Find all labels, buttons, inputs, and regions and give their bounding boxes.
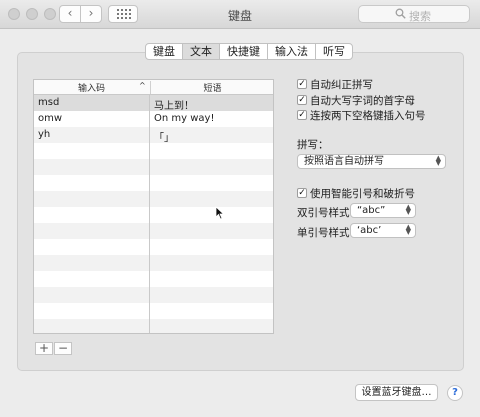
table-row[interactable]: [34, 271, 273, 287]
single-quotes-value: ‘abc’: [357, 225, 382, 236]
table-row[interactable]: [34, 159, 273, 175]
title-bar: ‹ › 键盘 搜索: [0, 0, 480, 29]
checkmark-icon: ✓: [298, 110, 306, 120]
table-row[interactable]: [34, 143, 273, 159]
help-button[interactable]: ?: [447, 385, 463, 401]
tab-text[interactable]: 文本: [183, 44, 220, 59]
smart-quotes-checkbox[interactable]: ✓: [297, 188, 307, 198]
search-field[interactable]: 搜索: [358, 5, 470, 23]
cell-with[interactable]: 「」: [154, 129, 174, 144]
keyboard-preferences-window: ‹ › 键盘 搜索 键盘 文本 快捷键 输入法 听写 输入码 ^ 短语 msd …: [0, 0, 480, 417]
cell-with[interactable]: 马上到！: [154, 97, 194, 112]
column-header-with[interactable]: 短语: [150, 81, 273, 94]
search-placeholder: 搜索: [409, 10, 431, 23]
column-header-replace[interactable]: 输入码: [34, 81, 149, 94]
single-quotes-label: 单引号样式: [297, 227, 350, 239]
table-row[interactable]: [34, 287, 273, 303]
tab-shortcuts[interactable]: 快捷键: [220, 44, 268, 59]
period-shortcut-label: 连按两下空格键插入句号: [310, 110, 426, 122]
cell-replace[interactable]: yh: [38, 129, 50, 140]
single-quotes-popup[interactable]: ‘abc’ ▲ ▼: [350, 223, 416, 238]
checkmark-icon: ✓: [298, 188, 306, 198]
double-quotes-label: 双引号样式: [297, 207, 350, 219]
table-row[interactable]: yh 「」: [34, 127, 273, 144]
text-replacement-table[interactable]: 输入码 ^ 短语 msd 马上到！ omw On my way! yh 「」: [33, 79, 274, 334]
table-row[interactable]: omw On my way!: [34, 111, 273, 127]
autocorrect-label: 自动纠正拼写: [310, 79, 373, 91]
tab-dictation[interactable]: 听写: [316, 44, 352, 59]
cell-with[interactable]: On my way!: [154, 113, 214, 124]
tab-keyboard[interactable]: 键盘: [146, 44, 183, 59]
spelling-popup[interactable]: 按照语言自动拼写 ▲ ▼: [297, 154, 446, 169]
tab-input-sources[interactable]: 输入法: [268, 44, 316, 59]
capitalize-label: 自动大写字词的首字母: [310, 95, 415, 107]
cell-replace[interactable]: omw: [38, 113, 62, 124]
capitalize-checkbox[interactable]: ✓: [297, 95, 307, 105]
mouse-pointer-icon: [215, 206, 225, 220]
table-row[interactable]: [34, 191, 273, 207]
table-row[interactable]: [34, 175, 273, 191]
column-divider: [149, 94, 150, 333]
tab-bar: 键盘 文本 快捷键 输入法 听写: [145, 43, 353, 60]
double-quotes-value: “abc”: [357, 205, 386, 216]
table-row[interactable]: [34, 207, 273, 223]
spelling-label: 拼写：: [297, 139, 329, 151]
double-quotes-popup[interactable]: “abc” ▲ ▼: [350, 203, 416, 218]
updown-chevron-icon: ▲ ▼: [405, 223, 411, 236]
setup-bluetooth-keyboard-button[interactable]: 设置蓝牙键盘…: [355, 384, 438, 401]
table-row[interactable]: [34, 239, 273, 255]
add-button[interactable]: +: [35, 342, 53, 355]
sort-ascending-icon: ^: [139, 81, 146, 90]
checkmark-icon: ✓: [298, 95, 306, 105]
updown-chevron-icon: ▲ ▼: [435, 154, 441, 167]
cell-replace[interactable]: msd: [38, 97, 59, 108]
spelling-value: 按照语言自动拼写: [304, 156, 384, 167]
remove-button[interactable]: −: [54, 342, 72, 355]
smart-quotes-label: 使用智能引号和破折号: [310, 188, 415, 200]
autocorrect-checkbox[interactable]: ✓: [297, 79, 307, 89]
checkmark-icon: ✓: [298, 79, 306, 89]
search-icon: [395, 8, 406, 19]
table-header: 输入码 ^ 短语: [34, 80, 273, 95]
period-shortcut-checkbox[interactable]: ✓: [297, 110, 307, 120]
table-row[interactable]: [34, 319, 273, 333]
table-row[interactable]: [34, 255, 273, 271]
table-row[interactable]: [34, 223, 273, 239]
table-row[interactable]: msd 马上到！: [34, 95, 273, 112]
updown-chevron-icon: ▲ ▼: [405, 203, 411, 216]
table-row[interactable]: [34, 303, 273, 319]
